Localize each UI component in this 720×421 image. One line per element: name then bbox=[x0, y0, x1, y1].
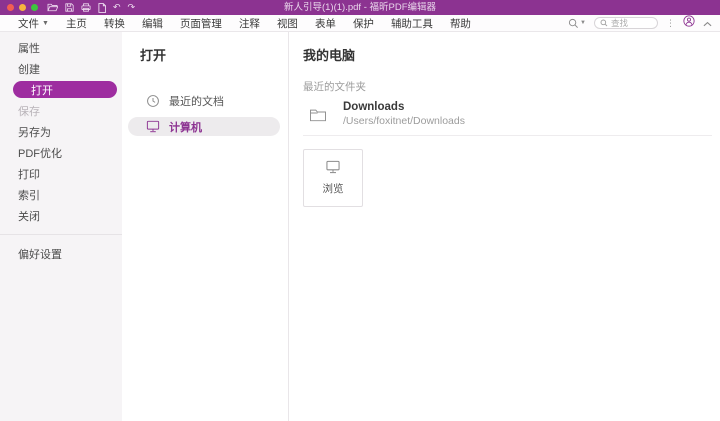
open-item-label: 最近的文档 bbox=[169, 93, 224, 109]
menu-bar: 文件▼ 主页 转换 编辑 页面管理 注释 视图 表单 保护 辅助工具 帮助 ▼ … bbox=[0, 15, 720, 32]
recent-folders-label: 最近的文件夹 bbox=[303, 79, 712, 94]
sidebar-item-properties[interactable]: 属性 bbox=[0, 37, 122, 58]
account-avatar-icon[interactable] bbox=[683, 14, 695, 32]
file-menu-sidebar: 属性 创建 打开 保存 另存为 PDF优化 打印 索引 关闭 偏好设置 bbox=[0, 32, 122, 421]
menu-form[interactable]: 表单 bbox=[315, 16, 336, 31]
recent-folder-texts: Downloads /Users/foxitnet/Downloads bbox=[343, 101, 465, 127]
open-item-label: 计算机 bbox=[169, 119, 202, 135]
menubar-right-tools: ▼ 查找 ⋮ bbox=[568, 14, 712, 32]
menu-view[interactable]: 视图 bbox=[277, 16, 298, 31]
sidebar-item-close[interactable]: 关闭 bbox=[0, 205, 122, 226]
redo-icon[interactable]: ↷ bbox=[128, 3, 136, 12]
sidebar-item-save: 保存 bbox=[0, 100, 122, 121]
menu-items: 文件▼ 主页 转换 编辑 页面管理 注释 视图 表单 保护 辅助工具 帮助 bbox=[18, 16, 471, 31]
menu-convert[interactable]: 转换 bbox=[104, 16, 125, 31]
chevron-down-icon: ▼ bbox=[42, 20, 49, 27]
open-item-recent-documents[interactable]: 最近的文档 bbox=[128, 91, 280, 110]
new-document-icon[interactable] bbox=[98, 3, 106, 13]
menu-file[interactable]: 文件▼ bbox=[18, 16, 49, 31]
more-options-icon[interactable]: ⋮ bbox=[666, 18, 675, 29]
folder-icon bbox=[309, 107, 327, 122]
recent-folder-row[interactable]: Downloads /Users/foxitnet/Downloads bbox=[303, 101, 712, 136]
browse-label: 浏览 bbox=[323, 181, 344, 196]
computer-icon bbox=[325, 160, 341, 174]
sidebar-item-save-as[interactable]: 另存为 bbox=[0, 121, 122, 142]
close-window-button[interactable] bbox=[7, 4, 14, 11]
collapse-ribbon-icon[interactable] bbox=[703, 14, 712, 32]
traffic-lights bbox=[7, 4, 38, 11]
quick-access-toolbar: ↶ ↷ bbox=[47, 3, 135, 13]
browse-button[interactable]: 浏览 bbox=[303, 149, 363, 207]
minimize-window-button[interactable] bbox=[19, 4, 26, 11]
title-bar: ↶ ↷ 新人引导(1)(1).pdf - 福昕PDF编辑器 bbox=[0, 0, 720, 15]
menu-page-management[interactable]: 页面管理 bbox=[180, 16, 222, 31]
menu-home[interactable]: 主页 bbox=[66, 16, 87, 31]
open-panel: 打开 最近的文档 计算机 bbox=[122, 32, 289, 421]
find-placeholder: 查找 bbox=[611, 17, 628, 29]
sidebar-item-print[interactable]: 打印 bbox=[0, 163, 122, 184]
save-icon[interactable] bbox=[65, 3, 74, 12]
zoom-window-button[interactable] bbox=[31, 4, 38, 11]
sidebar-item-index[interactable]: 索引 bbox=[0, 184, 122, 205]
menu-help[interactable]: 帮助 bbox=[450, 16, 471, 31]
foxit-pdf-editor-window: ↶ ↷ 新人引导(1)(1).pdf - 福昕PDF编辑器 文件▼ 主页 转换 … bbox=[0, 0, 720, 421]
open-locations-list: 最近的文档 计算机 bbox=[122, 91, 288, 136]
sidebar-item-preferences[interactable]: 偏好设置 bbox=[0, 243, 122, 264]
zoom-tool-dropdown[interactable]: ▼ bbox=[568, 18, 586, 29]
my-computer-title: 我的电脑 bbox=[303, 45, 712, 64]
menu-comment[interactable]: 注释 bbox=[239, 16, 260, 31]
undo-icon[interactable]: ↶ bbox=[113, 3, 121, 12]
menu-protect[interactable]: 保护 bbox=[353, 16, 374, 31]
open-file-icon[interactable] bbox=[47, 3, 58, 12]
backstage-view: 属性 创建 打开 保存 另存为 PDF优化 打印 索引 关闭 偏好设置 打开 最… bbox=[0, 32, 720, 421]
find-search-input[interactable]: 查找 bbox=[594, 17, 658, 29]
my-computer-panel: 我的电脑 最近的文件夹 Downloads /Users/foxitnet/Do… bbox=[289, 32, 720, 421]
folder-path: /Users/foxitnet/Downloads bbox=[343, 115, 465, 127]
clock-icon bbox=[146, 94, 160, 108]
folder-name: Downloads bbox=[343, 101, 465, 113]
search-icon bbox=[600, 19, 608, 27]
menu-accessibility[interactable]: 辅助工具 bbox=[391, 16, 433, 31]
print-icon[interactable] bbox=[81, 3, 91, 12]
open-item-computer[interactable]: 计算机 bbox=[128, 117, 280, 136]
computer-icon bbox=[146, 120, 160, 133]
sidebar-item-pdf-optimize[interactable]: PDF优化 bbox=[0, 142, 122, 163]
chevron-down-icon: ▼ bbox=[580, 20, 586, 26]
sidebar-item-open[interactable]: 打开 bbox=[13, 81, 117, 98]
sidebar-item-create[interactable]: 创建 bbox=[0, 58, 122, 79]
open-panel-title: 打开 bbox=[140, 45, 288, 64]
sidebar-divider bbox=[0, 234, 122, 235]
menu-edit[interactable]: 编辑 bbox=[142, 16, 163, 31]
